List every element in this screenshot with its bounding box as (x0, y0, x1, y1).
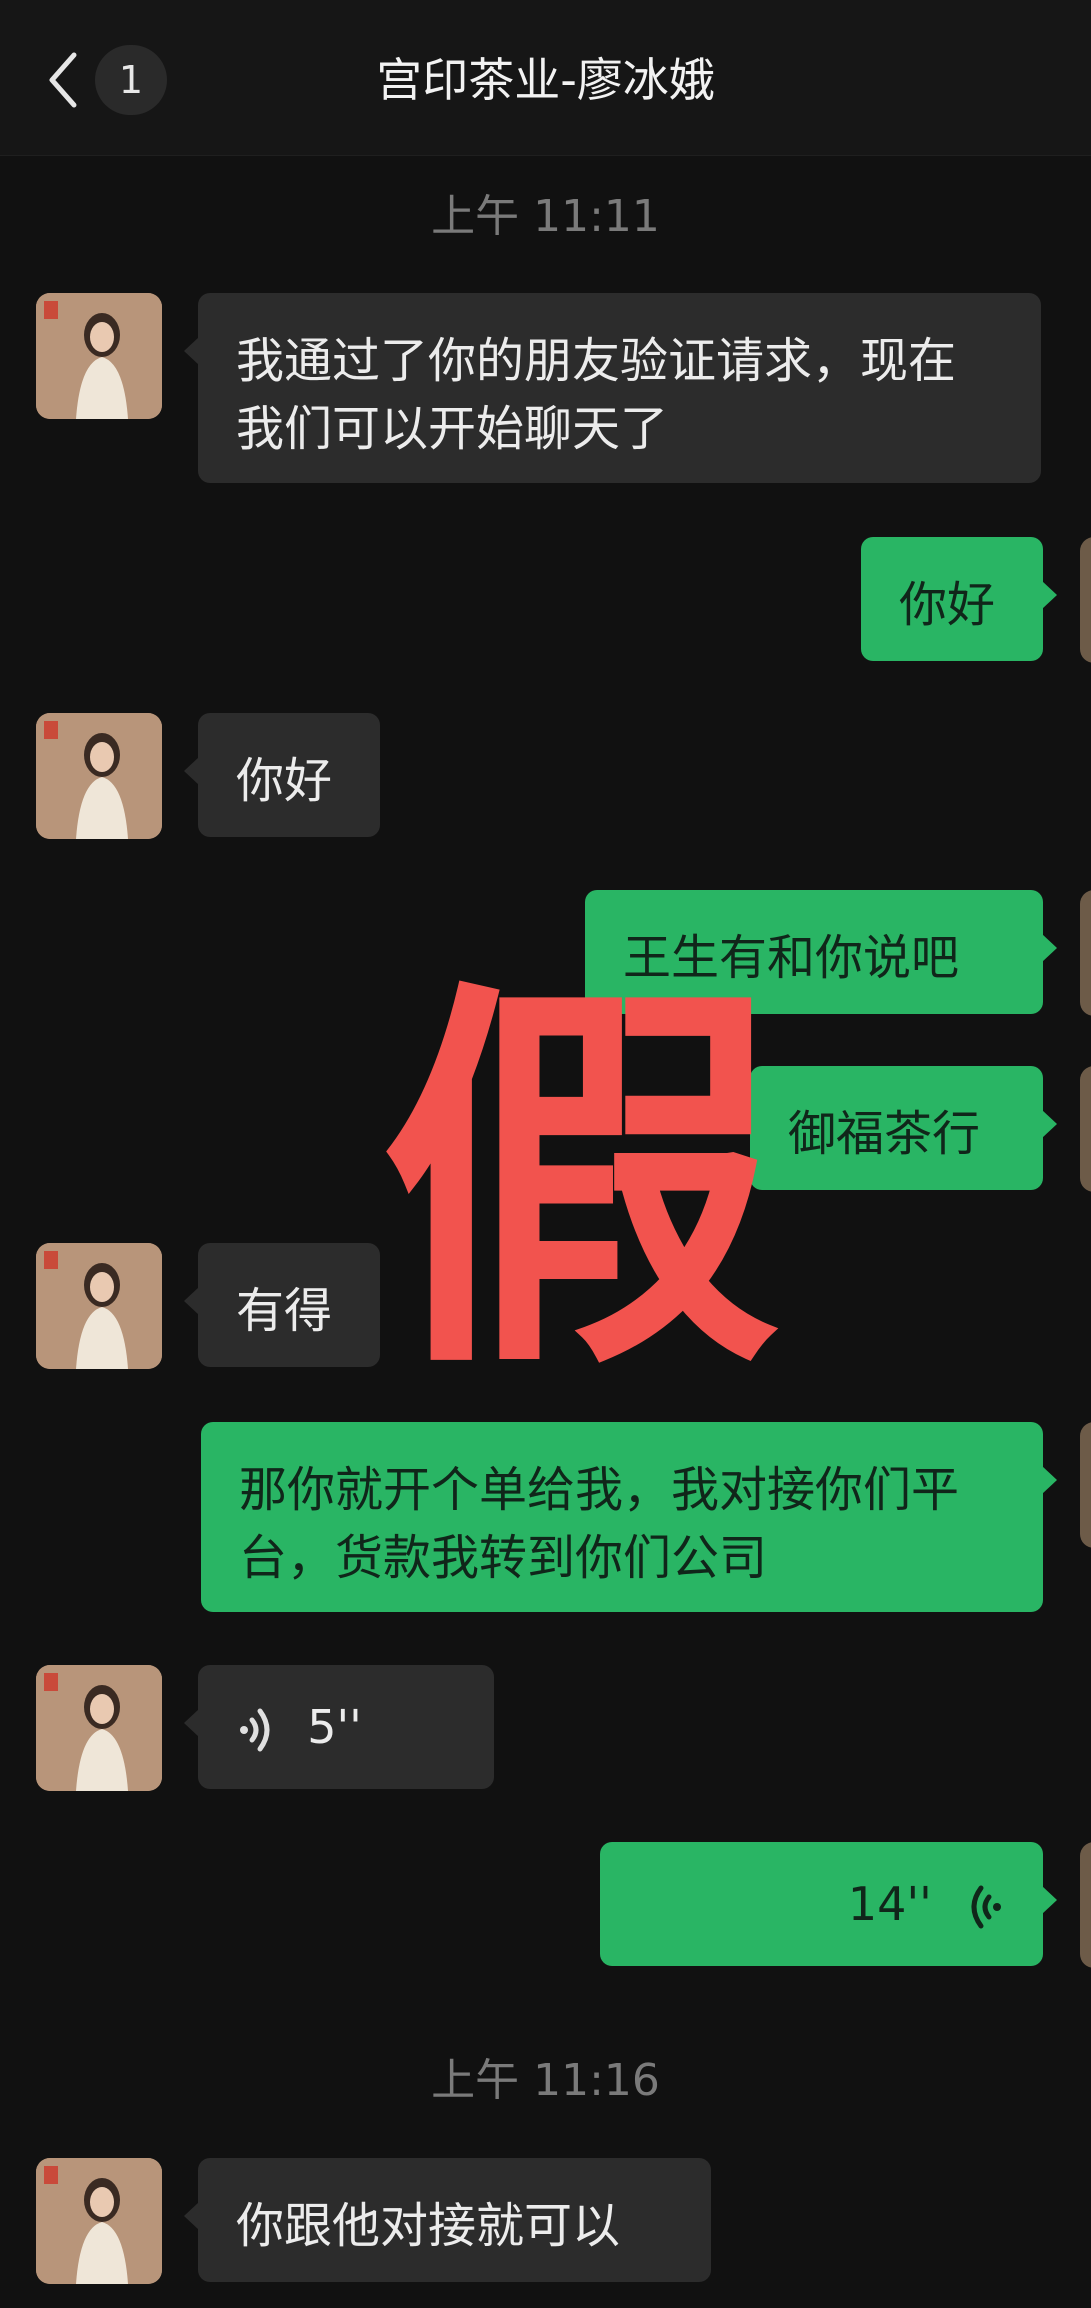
voice-duration: 14'' (847, 1877, 932, 1931)
message-bubble-outgoing[interactable]: 王生有和你说吧 (585, 890, 1057, 1014)
chevron-left-icon (49, 52, 77, 108)
contact-avatar[interactable] (36, 1243, 162, 1369)
self-avatar[interactable] (1080, 1066, 1091, 1192)
message-bubble-incoming[interactable]: 我通过了你的朋友验证请求，现在我们可以开始聊天了 (184, 293, 1041, 483)
contact-avatar[interactable] (36, 293, 162, 419)
message-bubble-incoming[interactable]: 有得 (184, 1243, 380, 1367)
message-bubble-incoming[interactable]: 你好 (184, 713, 380, 837)
contact-avatar[interactable] (36, 713, 162, 839)
unread-count-badge[interactable]: 1 (95, 45, 167, 115)
contact-avatar[interactable] (36, 1665, 162, 1791)
voice-wave-icon (240, 1708, 270, 1752)
message-bubble-outgoing[interactable]: 你好 (861, 537, 1057, 661)
timestamp: 上午 11:16 (431, 2055, 660, 2106)
message-bubble-incoming[interactable]: 你跟他对接就可以 (184, 2158, 711, 2282)
self-avatar[interactable] (1080, 1422, 1091, 1548)
contact-avatar[interactable] (36, 2158, 162, 2284)
self-avatar[interactable] (1080, 890, 1091, 1016)
self-avatar[interactable] (1080, 1842, 1091, 1968)
message-bubble-outgoing[interactable]: 御福茶行 (750, 1066, 1057, 1190)
chat-header: 1 宫印茶业-廖冰娥 (0, 0, 1091, 156)
message-bubble-outgoing[interactable]: 那你就开个单给我，我对接你们平台，货款我转到你们公司 (201, 1422, 1057, 1612)
self-avatar[interactable] (1080, 537, 1091, 663)
back-button[interactable] (38, 45, 88, 115)
voice-duration: 5'' (307, 1700, 362, 1754)
fake-stamp-overlay: 假 (380, 952, 780, 1417)
voice-message-incoming[interactable]: 5'' (184, 1665, 494, 1789)
voice-message-outgoing[interactable]: 14'' (600, 1842, 1057, 1966)
timestamp: 上午 11:11 (431, 191, 660, 242)
voice-wave-icon (971, 1885, 1001, 1929)
